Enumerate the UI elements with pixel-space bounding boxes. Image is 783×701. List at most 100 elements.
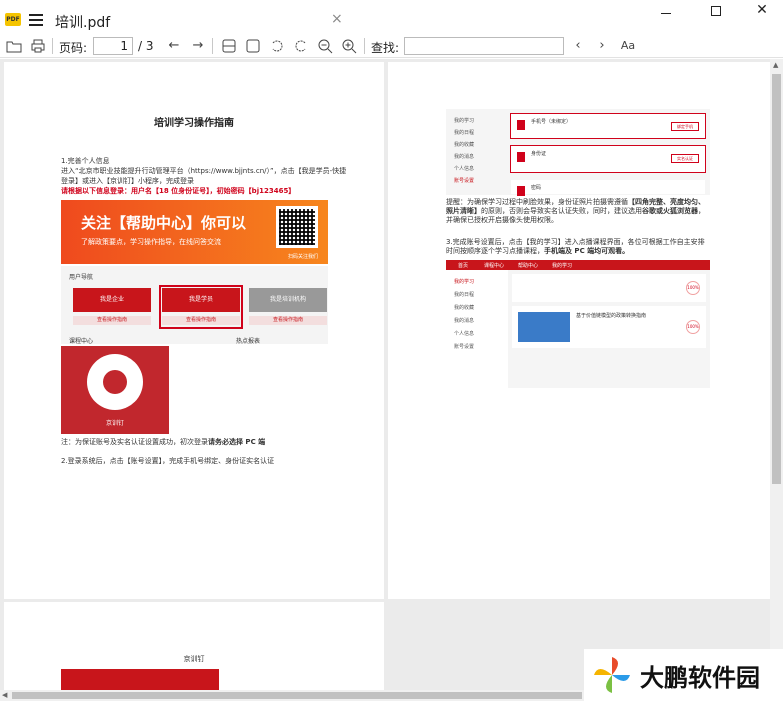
tip-prefix: 提醒：为确保学习过程中刷脸效果，身份证照片拍摄需遵循 (446, 198, 628, 206)
step1-line1: 进入“北京市职业技能提升行动管理平台（https://www.bjjnts.cn… (61, 167, 347, 175)
pdf-app-logo-icon: PDF (5, 13, 21, 26)
scroll-up-icon[interactable]: ▲ (773, 61, 778, 69)
sidebar-item: 我的学习 (454, 118, 475, 124)
document-tab-title[interactable]: 培训.pdf (55, 12, 110, 32)
maximize-button[interactable] (693, 2, 739, 24)
toolbar: 页码: 1 / 3 ← → 查找: ‹ › Aa (0, 34, 783, 58)
id-title: 身份证 (531, 151, 547, 157)
watermark-text: 大鹏软件园 (640, 664, 760, 692)
hamburger-menu-icon[interactable] (29, 14, 43, 26)
pdf-page-1: 培训学习操作指南 1.完善个人信息 进入“北京市职业技能提升行动管理平台（htt… (4, 62, 384, 599)
lock-icon (517, 186, 525, 196)
search-input[interactable] (404, 37, 564, 55)
search-label: 查找: (371, 41, 400, 55)
note-prefix: 注：为保证账号及实名认证设置成功，初次登录 (61, 438, 208, 446)
nav-item: 我的学习 (552, 263, 573, 269)
close-tab-icon[interactable]: × (331, 11, 343, 27)
sidebar-item: 我的收藏 (454, 305, 475, 311)
sidebar-item: 我的日程 (454, 292, 475, 298)
sidebar-item: 个人信息 (454, 166, 475, 172)
sidebar-item-active: 账号设置 (454, 178, 475, 184)
course-title: 基于价值链模型的政策转换指南 (576, 313, 647, 319)
user-navigation-screenshot: 用户导航 我是企业 我是学员 我是培训机构 查看操作指南 查看操作指南 查看操作… (61, 266, 328, 345)
banner-title: 关注【帮助中心】你可以 (81, 214, 247, 232)
note-text: 注：为保证账号及实名认证设置成功，初次登录请务必选择 PC 端 (61, 438, 265, 447)
fit-width-icon[interactable] (221, 38, 237, 54)
horizontal-scroll-thumb[interactable] (12, 692, 582, 699)
verify-button: 实名认证 (671, 154, 699, 163)
vertical-scrollbar[interactable]: ▲ (770, 59, 783, 690)
nav-item: 课程中心 (484, 263, 505, 269)
learning-sidebar: 我的学习 我的日程 我的收藏 我的消息 个人信息 账号设置 (446, 270, 508, 388)
sidebar-item: 个人信息 (454, 331, 475, 337)
app-screenshot-header (61, 669, 219, 690)
guide-button: 查看操作指南 (73, 316, 151, 325)
mini-qr-caption: 京训钉 (105, 420, 124, 427)
nav-item: 首页 (458, 263, 469, 269)
toolbar-separator (212, 38, 213, 54)
site-nav: 首页 课程中心 帮助中心 我的学习 (446, 260, 710, 270)
banner-qr-caption: 扫码关注我们 (287, 254, 318, 260)
hot-report-label: 热点报表 (236, 338, 261, 345)
qr-code-icon (276, 206, 318, 248)
watermark: 大鹏软件园 (584, 649, 783, 701)
course-card: 基于价值链模型的政策转换指南 100% (512, 306, 706, 348)
sidebar-item-active: 我的学习 (454, 279, 475, 285)
nav-item: 帮助中心 (518, 263, 539, 269)
fit-page-icon[interactable] (245, 38, 261, 54)
zoom-in-icon[interactable] (341, 38, 357, 54)
toolbar-separator (364, 38, 365, 54)
banner-subtitle: 了解政策要点，学习操作指导，在线问答交流 (81, 238, 221, 246)
search-previous-icon[interactable]: ‹ (570, 38, 586, 54)
step1-heading: 1.完善个人信息 (61, 157, 110, 165)
password-title: 密码 (531, 185, 542, 191)
step3-bold: 手机端及 PC 端均可观看。 (544, 247, 630, 255)
page-total: / 3 (138, 39, 154, 53)
sidebar-item: 我的日程 (454, 130, 475, 136)
pdf-page-2: 我的学习 我的日程 我的收藏 我的消息 个人信息 账号设置 手机号（未绑定） 绑… (388, 62, 770, 599)
tip-text: 提醒：为确保学习过程中刷脸效果，身份证照片拍摄需遵循【四角完整、亮度均匀、照片清… (446, 198, 710, 225)
tip-mid: 的原则，否则会导致实名认证失败，同时，建议选用 (481, 207, 642, 215)
step1-login-info: 请根据以下信息登录：用户名【18 位身份证号】，初始密码【bj123465】 (61, 187, 296, 195)
zoom-out-icon[interactable] (317, 38, 333, 54)
open-folder-icon[interactable] (6, 38, 22, 54)
highlight-box (159, 285, 243, 329)
next-page-icon[interactable]: → (190, 38, 206, 54)
previous-page-icon[interactable]: ← (166, 38, 182, 54)
vertical-scroll-thumb[interactable] (772, 74, 781, 484)
minimize-button[interactable] (643, 2, 689, 24)
bind-phone-button: 绑定手机 (671, 122, 699, 131)
id-box: 身份证 实名认证 (510, 145, 706, 173)
password-box: 密码 (510, 179, 706, 196)
toolbar-separator (52, 38, 53, 54)
mini-program-qr-image: 京训钉 (61, 346, 169, 434)
sidebar-item: 我的消息 (454, 318, 475, 324)
pinwheel-logo-icon (594, 657, 630, 693)
account-settings-screenshot: 我的学习 我的日程 我的收藏 我的消息 个人信息 账号设置 手机号（未绑定） 绑… (446, 109, 710, 196)
id-card-icon (517, 152, 525, 162)
tip-bold2: 谷歌或火狐浏览器 (642, 207, 698, 215)
step1-line2: 登录】或进入【京训钉】小程序，完成登录 (61, 177, 194, 185)
sidebar-item: 我的消息 (454, 154, 475, 160)
page-number-input[interactable]: 1 (93, 37, 133, 55)
my-learning-screenshot: 首页 课程中心 帮助中心 我的学习 我的学习 我的日程 我的收藏 我的消息 个人… (446, 260, 710, 388)
progress-circle: 100% (686, 320, 700, 334)
print-icon[interactable] (30, 38, 46, 54)
match-case-icon[interactable]: Aa (618, 38, 638, 54)
note-bold: 请务必选择 PC 端 (208, 438, 266, 446)
guide-button: 查看操作指南 (249, 316, 327, 325)
progress-circle: 100% (686, 281, 700, 295)
scroll-left-icon[interactable]: ◀ (2, 691, 7, 699)
page3-header: 京训钉 (183, 655, 205, 663)
search-next-icon[interactable]: › (594, 38, 610, 54)
sidebar-item: 我的收藏 (454, 142, 475, 148)
step3-text: 3.完成账号设置后，点击【我的学习】进入点播课程界面，各位可根据工作自主安排时间… (446, 238, 710, 256)
rotate-left-icon[interactable] (269, 38, 285, 54)
close-window-button[interactable]: ✕ (739, 2, 783, 24)
sidebar-item: 账号设置 (454, 344, 475, 350)
document-viewer[interactable]: 培训学习操作指南 1.完善个人信息 进入“北京市职业技能提升行动管理平台（htt… (0, 59, 770, 690)
title-bar: PDF 培训.pdf × ✕ (0, 0, 783, 34)
page-title: 培训学习操作指南 (154, 118, 234, 129)
rotate-right-icon[interactable] (293, 38, 309, 54)
pdf-page-3: 京训钉 (4, 602, 384, 690)
